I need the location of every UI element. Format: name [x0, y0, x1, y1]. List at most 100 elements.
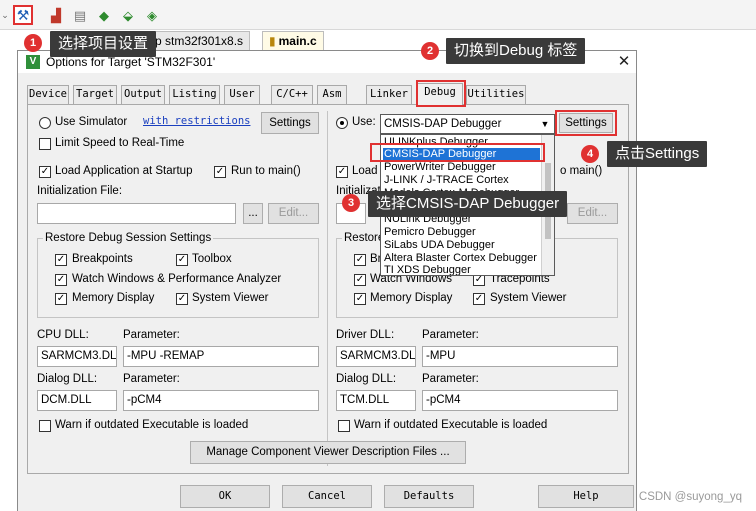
step-1-badge: 1: [24, 34, 42, 52]
watch-windows-checkbox[interactable]: ✓: [55, 274, 67, 286]
right-system-viewer-checkbox[interactable]: ✓: [473, 293, 485, 305]
file-icon: ▮: [269, 34, 276, 48]
debugger-option[interactable]: TI XDS Debugger: [383, 264, 540, 275]
debugger-option[interactable]: SiLabs UDA Debugger: [383, 239, 540, 252]
right-init-file-edit-button[interactable]: Edit...: [567, 203, 618, 224]
use-simulator-label: Use Simulator: [55, 116, 128, 128]
init-file-edit-button[interactable]: Edit...: [268, 203, 319, 224]
dialog-param-label: Parameter:: [123, 373, 180, 385]
system-viewer-label: System Viewer: [192, 292, 269, 304]
tab-listing[interactable]: Listing: [169, 85, 220, 104]
tab-device[interactable]: Device: [27, 85, 69, 104]
tab-c-cpp[interactable]: C/C++: [271, 85, 313, 104]
run-to-main-checkbox[interactable]: ✓: [214, 166, 226, 178]
cancel-button[interactable]: Cancel: [282, 485, 372, 508]
layers-icon[interactable]: ▤: [70, 5, 90, 25]
chevron-down-icon[interactable]: ⌄: [0, 5, 10, 25]
right-breakpoints-checkbox[interactable]: ✓: [354, 254, 366, 266]
panel-divider: [327, 111, 328, 466]
right-warn-outdated-label: Warn if outdated Executable is loaded: [354, 419, 548, 431]
close-icon[interactable]: ✕: [612, 51, 636, 73]
watch-windows-label: Watch Windows & Performance Analyzer: [72, 273, 282, 285]
right-dialog-param-input[interactable]: -pCM4: [422, 390, 618, 411]
tab-linker[interactable]: Linker: [366, 85, 412, 104]
driver-param-input[interactable]: -MPU: [422, 346, 618, 367]
manage-component-viewer-button[interactable]: Manage Component Viewer Description File…: [190, 441, 466, 464]
cpu-dll-input[interactable]: SARMCM3.DLL: [37, 346, 117, 367]
cmsis-option-highlight: [370, 143, 545, 162]
toolbox-label: Toolbox: [192, 253, 232, 265]
defaults-button[interactable]: Defaults: [384, 485, 474, 508]
ok-button[interactable]: OK: [180, 485, 270, 508]
download-icon[interactable]: ⬙: [118, 5, 138, 25]
settings-button-highlight: [555, 110, 617, 136]
step-4-callout: 点击Settings: [607, 141, 708, 167]
debugger-select-value: CMSIS-DAP Debugger: [384, 118, 502, 130]
tab-user[interactable]: User: [224, 85, 260, 104]
right-warn-outdated-checkbox[interactable]: [338, 420, 350, 432]
init-file-label: Initialization File:: [37, 185, 123, 197]
cpu-param-label: Parameter:: [123, 329, 180, 341]
cpu-param-input[interactable]: -MPU -REMAP: [123, 346, 319, 367]
driver-dll-input[interactable]: SARMCM3.DLL: [336, 346, 416, 367]
debugger-option[interactable]: J-LINK / J-TRACE Cortex: [383, 174, 540, 187]
step-1-callout: 选择项目设置: [50, 31, 157, 57]
tab-utilities[interactable]: Utilities: [466, 85, 526, 104]
manage-components-icon[interactable]: ▟: [46, 5, 66, 25]
driver-dll-label: Driver DLL:: [336, 329, 395, 341]
restore-settings-title: Restore Debug Session Settings: [43, 232, 214, 244]
breakpoints-label: Breakpoints: [72, 253, 133, 265]
warn-outdated-checkbox[interactable]: [39, 420, 51, 432]
right-dialog-dll-label: Dialog DLL:: [336, 373, 397, 385]
right-system-viewer-label: System Viewer: [490, 292, 567, 304]
debugger-option[interactable]: Pemicro Debugger: [383, 226, 540, 239]
ide-file-tab[interactable]: p stm32f301x8.s: [148, 31, 251, 50]
right-load-checkbox[interactable]: ✓: [336, 166, 348, 178]
ide-file-tab-main[interactable]: ▮ main.c: [262, 31, 324, 50]
ide-file-tab-label: main.c: [278, 34, 317, 48]
help-button[interactable]: Help: [538, 485, 634, 508]
system-viewer-checkbox[interactable]: ✓: [176, 293, 188, 305]
options-for-target-icon[interactable]: ⚒: [13, 5, 33, 25]
debugger-select[interactable]: CMSIS-DAP Debugger ▼: [380, 114, 555, 134]
driver-param-label: Parameter:: [422, 329, 479, 341]
limit-speed-checkbox[interactable]: [39, 138, 51, 150]
breakpoints-checkbox[interactable]: ✓: [55, 254, 67, 266]
toolbox-checkbox[interactable]: ✓: [176, 254, 188, 266]
chevron-down-icon[interactable]: ▼: [538, 116, 552, 132]
debugger-option[interactable]: PowerWriter Debugger: [383, 161, 540, 174]
step-2-callout: 切换到Debug 标签: [446, 38, 586, 64]
use-debugger-radio[interactable]: [336, 117, 348, 129]
right-dialog-dll-input[interactable]: TCM.DLL: [336, 390, 416, 411]
dialog-param-input[interactable]: -pCM4: [123, 390, 319, 411]
step-2-badge: 2: [421, 42, 439, 60]
stack-icon[interactable]: ◈: [142, 5, 162, 25]
right-run-to-main-label: o main(): [560, 165, 603, 177]
simulator-settings-button[interactable]: Settings: [261, 112, 319, 134]
right-watch-windows-checkbox[interactable]: ✓: [354, 274, 366, 286]
build-icon[interactable]: ◆: [94, 5, 114, 25]
dialog-title: Options for Target 'STM32F301': [46, 55, 216, 69]
tab-output[interactable]: Output: [121, 85, 165, 104]
cpu-dll-label: CPU DLL:: [37, 329, 89, 341]
init-file-input[interactable]: [37, 203, 236, 224]
init-file-browse-button[interactable]: ...: [243, 203, 263, 224]
ide-toolbar: ⌄ ⚒ ▟ ▤ ◆ ⬙ ◈: [0, 0, 756, 30]
dialog-dll-input[interactable]: DCM.DLL: [37, 390, 117, 411]
restrictions-link[interactable]: with restrictions: [143, 115, 250, 127]
warn-outdated-label: Warn if outdated Executable is loaded: [55, 419, 249, 431]
load-app-checkbox[interactable]: ✓: [39, 166, 51, 178]
step-3-badge: 3: [342, 194, 360, 212]
run-to-main-label: Run to main(): [231, 165, 301, 177]
step-3-callout: 选择CMSIS-DAP Debugger: [368, 191, 568, 217]
tab-asm[interactable]: Asm: [317, 85, 347, 104]
ide-file-tab-label: p stm32f301x8.s: [155, 34, 244, 48]
use-simulator-radio[interactable]: [39, 117, 51, 129]
tab-target[interactable]: Target: [73, 85, 117, 104]
right-memory-display-checkbox[interactable]: ✓: [354, 293, 366, 305]
memory-display-checkbox[interactable]: ✓: [55, 293, 67, 305]
debug-tab-highlight: [416, 80, 466, 107]
dialog-dll-label: Dialog DLL:: [37, 373, 98, 385]
right-dialog-param-label: Parameter:: [422, 373, 479, 385]
use-label: Use:: [352, 116, 376, 128]
